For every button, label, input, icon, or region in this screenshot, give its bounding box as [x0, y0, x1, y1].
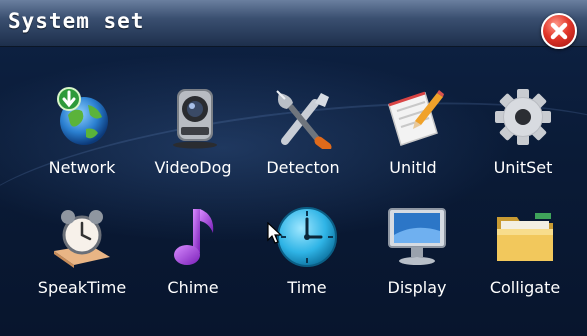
detecton-label: Detecton [266, 158, 340, 177]
system-set-window: System set Network VideoDog Detecton Uni… [0, 0, 587, 336]
webcam-icon [173, 89, 217, 149]
monitor-icon [388, 208, 446, 265]
network-item[interactable]: Network [27, 85, 137, 195]
speaktime-label: SpeakTime [37, 278, 127, 297]
unitid-item[interactable]: UnitId [358, 85, 468, 195]
unitset-label: UnitSet [493, 158, 553, 177]
globe-download-icon [57, 87, 108, 145]
window-title: System set [8, 9, 145, 33]
colligate-item[interactable]: Colligate [470, 205, 580, 315]
clock-icon [277, 207, 337, 267]
chime-item[interactable]: Chime [138, 205, 248, 315]
music-note-icon [174, 209, 214, 265]
notepad-pencil-icon [388, 90, 444, 146]
videodog-item[interactable]: VideoDog [138, 85, 248, 195]
detecton-item[interactable]: Detecton [248, 85, 358, 195]
network-label: Network [48, 158, 116, 177]
time-label: Time [287, 278, 327, 297]
display-label: Display [387, 278, 447, 297]
unitset-item[interactable]: UnitSet [468, 85, 578, 195]
colligate-label: Colligate [489, 278, 561, 297]
display-item[interactable]: Display [362, 205, 472, 315]
title-bar: System set [0, 0, 587, 47]
gear-icon [495, 89, 551, 145]
tools-icon [276, 90, 332, 149]
folder-icon [497, 213, 553, 261]
alarm-clock-icon [54, 210, 110, 268]
speaktime-item[interactable]: SpeakTime [27, 205, 137, 315]
chime-label: Chime [167, 278, 219, 297]
close-button[interactable] [541, 13, 577, 49]
mouse-pointer-icon [267, 222, 283, 244]
unitid-label: UnitId [389, 158, 437, 177]
close-icon [550, 22, 568, 40]
videodog-label: VideoDog [154, 158, 232, 177]
